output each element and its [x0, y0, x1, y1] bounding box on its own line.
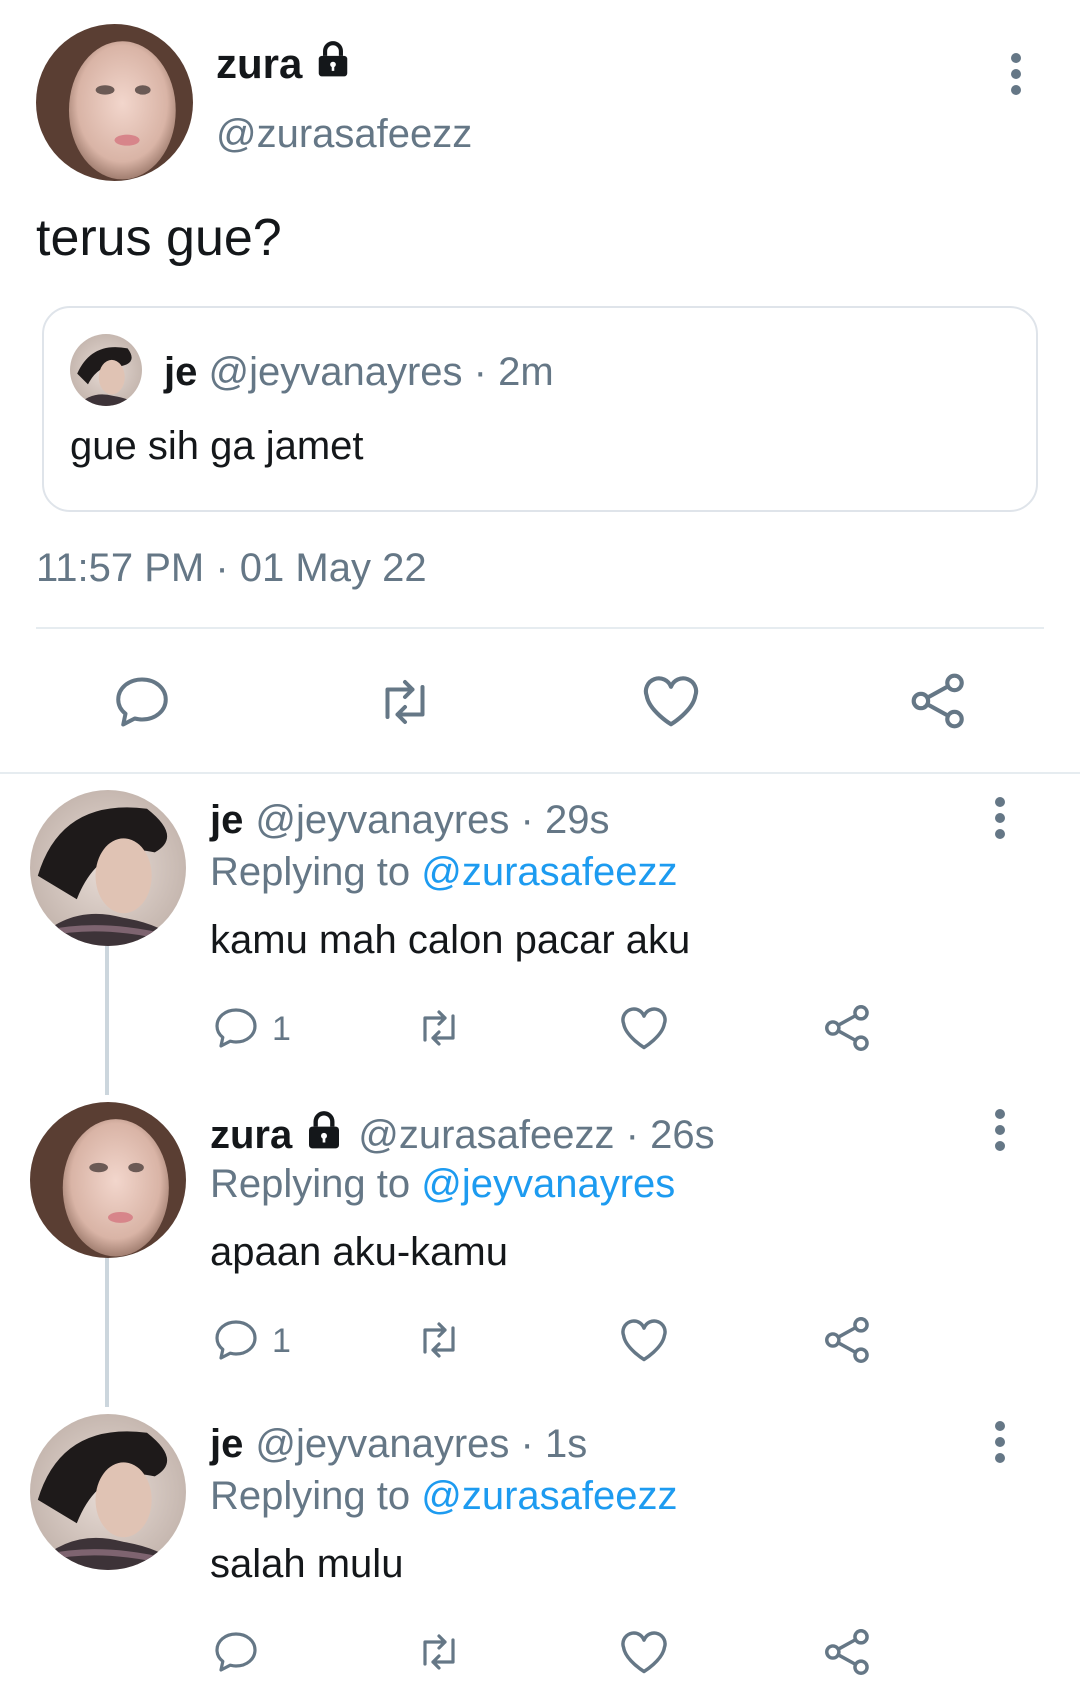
share-icon[interactable]: [822, 1314, 874, 1366]
replying-to: Replying to @jeyvanayres: [210, 1162, 675, 1207]
quoted-header: je @jeyvanayres · 2m: [164, 350, 554, 395]
separator-dot: ·: [509, 1422, 545, 1466]
heart-icon[interactable]: [618, 1314, 670, 1366]
separator-dot: ·: [473, 350, 487, 394]
reply-time: 26s: [650, 1112, 715, 1157]
reply-author-handle[interactable]: @jeyvanayres: [255, 1422, 509, 1467]
reply-author-name[interactable]: zura: [210, 1113, 292, 1158]
reply-time: 29s: [544, 798, 610, 842]
replying-to-label: Replying to: [210, 850, 411, 894]
tweet-timestamp[interactable]: 11:57 PM · 01 May 22: [36, 546, 427, 591]
reply-author-handle[interactable]: @zurasafeezz: [358, 1113, 614, 1158]
thread-line: [105, 1257, 109, 1407]
reply-text: apaan aku-kamu: [210, 1230, 508, 1274]
thread-line: [105, 945, 109, 1095]
reply-count: 1: [272, 1010, 291, 1048]
divider: [0, 772, 1080, 774]
lock-icon: [314, 40, 352, 88]
avatar[interactable]: [30, 1414, 186, 1570]
reply-text: salah mulu: [210, 1542, 404, 1586]
lock-icon: [304, 1110, 344, 1160]
reply-author-name[interactable]: je: [210, 1422, 243, 1467]
mention-link[interactable]: @zurasafeezz: [421, 850, 677, 894]
reply-icon[interactable]: [112, 672, 172, 732]
replying-to: Replying to @zurasafeezz: [210, 850, 678, 895]
more-vertical-icon[interactable]: [980, 1102, 1020, 1158]
mention-link[interactable]: @jeyvanayres: [421, 1162, 675, 1206]
share-icon[interactable]: [822, 1002, 874, 1054]
replying-to-label: Replying to: [210, 1474, 411, 1518]
reply-author-name[interactable]: je: [210, 798, 243, 843]
heart-icon[interactable]: [618, 1626, 670, 1678]
reply-header: zura @zurasafeezz · 26s: [210, 1110, 715, 1160]
avatar[interactable]: [36, 24, 193, 181]
share-icon[interactable]: [908, 670, 970, 732]
reply-text: kamu mah calon pacar aku: [210, 918, 691, 962]
quoted-time: 2m: [498, 350, 554, 394]
share-icon[interactable]: [822, 1626, 874, 1678]
divider: [36, 627, 1044, 629]
avatar[interactable]: [30, 790, 186, 946]
heart-icon[interactable]: [618, 1002, 670, 1054]
author-name-row[interactable]: zura: [216, 40, 352, 88]
reply-header: je @jeyvanayres · 1s: [210, 1422, 587, 1467]
reply-count: 1: [272, 1322, 291, 1360]
more-vertical-icon[interactable]: [996, 46, 1036, 102]
reply-icon[interactable]: [212, 1628, 260, 1676]
quoted-tweet-card[interactable]: je @jeyvanayres · 2m gue sih ga jamet: [42, 306, 1038, 512]
quoted-text: gue sih ga jamet: [70, 424, 364, 468]
reply-author-handle[interactable]: @jeyvanayres: [255, 798, 509, 843]
more-vertical-icon[interactable]: [980, 1414, 1020, 1470]
replying-to-label: Replying to: [210, 1162, 411, 1206]
avatar[interactable]: [30, 1102, 186, 1258]
quoted-name: je: [164, 350, 198, 394]
retweet-icon[interactable]: [412, 1628, 466, 1676]
reply-header: je @jeyvanayres · 29s: [210, 798, 609, 843]
reply-icon[interactable]: [212, 1004, 260, 1052]
heart-icon[interactable]: [640, 670, 702, 732]
more-vertical-icon[interactable]: [980, 790, 1020, 846]
mention-link[interactable]: @zurasafeezz: [421, 1474, 677, 1518]
retweet-icon[interactable]: [372, 672, 438, 732]
separator-dot: ·: [509, 798, 545, 842]
retweet-icon[interactable]: [412, 1004, 466, 1052]
author-handle[interactable]: @zurasafeezz: [216, 112, 472, 157]
quoted-handle: @jeyvanayres: [208, 350, 463, 394]
reply-time: 1s: [544, 1422, 588, 1466]
separator-dot: ·: [614, 1112, 651, 1157]
author-name[interactable]: zura: [216, 40, 302, 88]
replying-to: Replying to @zurasafeezz: [210, 1474, 678, 1519]
retweet-icon[interactable]: [412, 1316, 466, 1364]
avatar: [70, 334, 142, 406]
reply-icon[interactable]: [212, 1316, 260, 1364]
tweet-text: terus gue?: [36, 209, 282, 267]
